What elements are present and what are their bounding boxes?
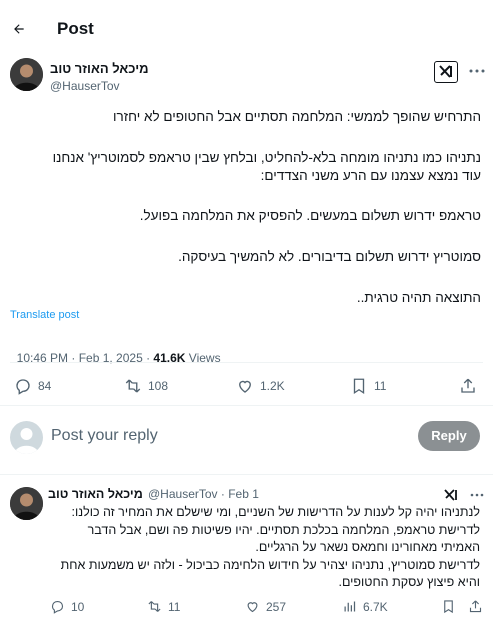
reply-count: 84 — [38, 379, 52, 393]
reply-bookmark-action[interactable] — [441, 599, 456, 614]
author-handle[interactable]: @HauserTov — [50, 79, 120, 93]
reply-repost-action[interactable]: 11 — [147, 599, 180, 614]
author-name[interactable]: מיכאל האוזר טוב — [50, 61, 149, 76]
reply-line-2: לדרישת טראמפ, המלחמה בכלכת תסתיים. יהיו … — [87, 523, 480, 537]
like-action[interactable]: 1.2K — [236, 377, 285, 395]
reply-meta[interactable]: @HauserTov · Feb 1 — [148, 487, 259, 501]
translate-link[interactable]: Translate post — [10, 309, 79, 321]
more-icon[interactable] — [469, 69, 485, 73]
reply-action[interactable]: 84 — [14, 377, 51, 395]
post-paragraph-6: התוצאה תהיה טרגית.. — [356, 290, 481, 305]
bookmark-count: 11 — [374, 379, 387, 393]
post-paragraph-1: התרחיש שהופך לממשי: המלחמה תסתיים אבל הח… — [113, 109, 481, 124]
repost-action[interactable]: 108 — [124, 377, 168, 395]
reply-share-action[interactable] — [468, 599, 483, 614]
share-icon — [468, 599, 483, 614]
reply-reply-count: 10 — [71, 599, 85, 614]
reply-button[interactable]: Reply — [418, 421, 480, 451]
reply-like-action[interactable]: 257 — [245, 599, 286, 614]
reply-more-icon[interactable] — [470, 493, 484, 497]
heart-icon — [245, 599, 260, 614]
heart-icon — [236, 377, 254, 395]
post-paragraph-5: סמוטריץ ידרוש תשלום בדיבורים. לא להמשיך … — [178, 249, 481, 264]
divider — [0, 474, 493, 475]
repost-icon — [147, 599, 162, 614]
post-paragraph-2: נתניהו כמו נתניהו מומחה בלא-להחליט, ובלח… — [52, 150, 481, 165]
reply-avatar[interactable] — [10, 487, 43, 520]
avatar[interactable] — [10, 58, 43, 91]
post-timestamp: 10:46 PM · Feb 1, 2025 · 41.6K Views — [10, 337, 221, 365]
reply-line-5: והיא פיצוץ עסקת החטופים. — [338, 575, 480, 589]
reply-views-count: 6.7K — [363, 599, 388, 614]
back-arrow-icon[interactable] — [12, 22, 26, 36]
reply-input[interactable]: Post your reply — [51, 427, 158, 445]
bookmark-icon — [350, 377, 368, 395]
reply-like-count: 257 — [266, 599, 287, 614]
repost-count: 108 — [148, 379, 169, 393]
share-icon — [459, 377, 477, 395]
reply-line-1: לנתניהו יהיה קל לענות על הדרישות של השני… — [71, 505, 481, 519]
bookmark-icon — [441, 599, 456, 614]
reply-line-4: לדרישת סמוטריץ, נתניהו יצהיר על חידוש הל… — [60, 558, 480, 572]
reply-repost-count: 11 — [168, 599, 181, 614]
grok-icon[interactable] — [434, 61, 458, 83]
repost-icon — [124, 377, 142, 395]
reply-icon — [50, 599, 65, 614]
reply-views-action[interactable]: 6.7K — [342, 599, 388, 614]
divider — [10, 362, 483, 363]
user-avatar[interactable] — [10, 421, 43, 454]
reply-reply-action[interactable]: 10 — [50, 599, 84, 614]
post-paragraph-4: טראמפ ידרוש תשלום במעשים. להפסיק את המלח… — [139, 208, 481, 223]
analytics-icon — [342, 599, 357, 614]
bookmark-action[interactable]: 11 — [350, 377, 386, 395]
reply-line-3: האמיתי מאחורינו וחמאס נשאר על הרגליים. — [255, 540, 480, 554]
reply-author-name[interactable]: מיכאל האוזר טוב — [48, 487, 143, 501]
share-action[interactable] — [459, 377, 477, 395]
like-count: 1.2K — [260, 379, 285, 393]
reply-icon — [14, 377, 32, 395]
divider — [0, 405, 493, 406]
post-paragraph-3: עוד נמצא עצמנו עם הרע משני הצדדים: — [260, 168, 481, 183]
reply-grok-icon[interactable] — [442, 487, 460, 503]
page-title: Post — [57, 19, 94, 38]
